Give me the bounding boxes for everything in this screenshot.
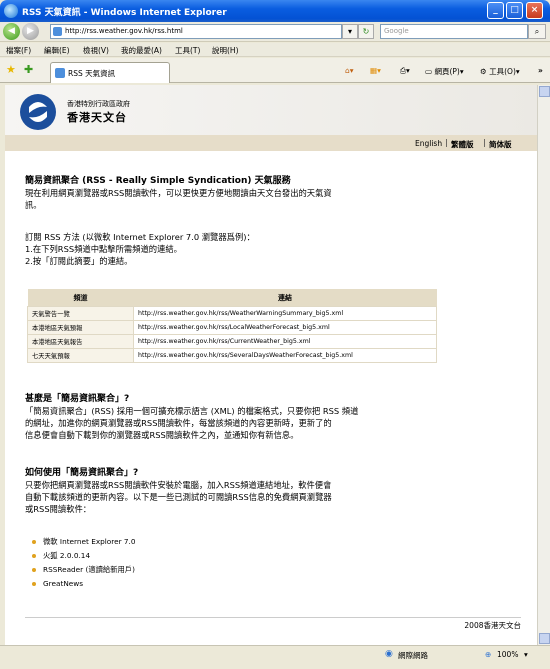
tab-page-icon (55, 68, 65, 78)
channel-name: 七天天氣預報 (27, 348, 134, 363)
page-footer: 2008香港天文台 (25, 617, 521, 630)
add-favorite-icon[interactable]: ✚ (24, 63, 33, 76)
software-item: 微軟 Internet Explorer 7.0 (43, 537, 136, 546)
minimize-button[interactable]: _ (487, 2, 504, 19)
command-page-label: 網頁(P) (434, 67, 460, 76)
feed-link[interactable]: http://rss.weather.gov.hk/rss/CurrentWea… (133, 334, 437, 349)
ie-logo-icon (4, 4, 18, 18)
what-is-line: 「簡易資訊聚合」(RSS) 採用一個可擴充標示語言 (XML) 的檔案格式，只要… (25, 406, 359, 416)
favorites-star-icon[interactable]: ★ (6, 63, 16, 76)
channel-name: 本港地區天氣預報 (27, 320, 134, 335)
window-title-bar[interactable]: RSS 天氣資訊 - Windows Internet Explorer _ □… (0, 0, 550, 22)
zoom-level[interactable]: 100% (497, 650, 518, 659)
tab-rss-weather[interactable]: RSS 天氣資訊 (50, 62, 170, 83)
zoom-dropdown-icon[interactable]: ▾ (524, 650, 528, 659)
intro-line: 現在利用網頁瀏覽器或RSS閱讀軟件，可以更快更方便地閱讀由天文台發出的天氣資 (25, 188, 332, 198)
command-tools[interactable]: ⚙ 工具(O)▾ (480, 66, 520, 77)
search-box[interactable]: Google (380, 24, 528, 39)
org-name-small: 香港特別行政區政府 (67, 100, 130, 108)
search-placeholder: Google (384, 27, 409, 35)
copyright-text: 2008香港天文台 (464, 621, 521, 630)
how-to-line: 自動下載該頻道的更新內容。以下是一些已測試的可閱讀RSS信息的免費網頁瀏覽器 (25, 492, 332, 502)
what-is-line: 信息便會自動下載到你的瀏覽器或RSS閱讀軟件之內，並通知你有新信息。 (25, 430, 299, 440)
internet-zone-icon: ◉ (385, 649, 393, 659)
intro-line: 訊。 (25, 200, 42, 210)
lang-english-link[interactable]: English (415, 139, 442, 148)
subscribe-line: 訂閱 RSS 方法 (以微軟 Internet Explorer 7.0 瀏覽器… (25, 232, 255, 242)
lang-simplified-link[interactable]: 简体版 (489, 139, 512, 150)
feeds-icon[interactable]: ▦▾ (370, 66, 381, 75)
menu-view[interactable]: 檢視(V) (83, 45, 109, 56)
home-icon[interactable]: ⌂▾ (345, 66, 354, 75)
subscribe-line: 1.在下列RSS頻道中點擊所需頻道的連結。 (25, 244, 182, 254)
security-zone: 網際網路 (398, 651, 428, 660)
close-button[interactable]: × (526, 2, 543, 19)
what-is-heading: 甚麼是「簡易資訊聚合」? (25, 394, 130, 404)
zoom-icon: ⊕ (485, 650, 492, 659)
bullet-icon (32, 540, 36, 544)
table-header-row: 頻道 連結 (27, 289, 437, 307)
status-bar: ◉ 網際網路 ⊕ 100% ▾ (0, 645, 550, 669)
more-commands-icon[interactable]: » (538, 66, 543, 75)
print-icon[interactable]: ⎙▾ (400, 66, 410, 76)
menu-bar: 檔案(F) 編輯(E) 檢視(V) 我的最愛(A) 工具(T) 說明(H) (0, 43, 550, 57)
page-content: 香港特別行政區政府 香港天文台 English | 繁體版 | 简体版 簡易資訊… (5, 85, 537, 645)
feed-link[interactable]: http://rss.weather.gov.hk/rss/SeveralDay… (133, 348, 437, 363)
bullet-icon (32, 554, 36, 558)
table-row: 天氣警告一覽 http://rss.weather.gov.hk/rss/Wea… (27, 306, 437, 321)
channel-name: 本港地區天氣報告 (27, 334, 134, 349)
feed-table: 頻道 連結 天氣警告一覽 http://rss.weather.gov.hk/r… (27, 289, 437, 363)
menu-favorites[interactable]: 我的最愛(A) (121, 45, 162, 56)
menu-file[interactable]: 檔案(F) (6, 45, 31, 56)
how-to-line: 或RSS閱讀軟件： (25, 504, 92, 514)
menu-edit[interactable]: 編輯(E) (44, 45, 70, 56)
feed-link[interactable]: http://rss.weather.gov.hk/rss/LocalWeath… (133, 320, 437, 335)
bullet-icon (32, 582, 36, 586)
scroll-up-button[interactable] (539, 86, 550, 97)
software-item: GreatNews (43, 579, 84, 588)
forward-button[interactable]: ▶ (22, 23, 39, 40)
how-to-line: 只要你把網頁瀏覽器或RSS閱讀軟件安裝於電腦，加入RSS頻道連結地址，軟件便會 (25, 480, 332, 490)
tab-label: RSS 天氣資訊 (68, 69, 116, 78)
menu-tools[interactable]: 工具(T) (175, 45, 200, 56)
address-dropdown-button[interactable]: ▾ (342, 24, 358, 39)
maximize-button[interactable]: □ (506, 2, 523, 19)
lang-separator: | (483, 138, 486, 147)
page-icon (53, 27, 62, 36)
table-row: 本港地區天氣預報 http://rss.weather.gov.hk/rss/L… (27, 320, 437, 335)
software-item: RSSReader (適讀給新用戶) (43, 565, 135, 574)
table-row: 本港地區天氣報告 http://rss.weather.gov.hk/rss/C… (27, 334, 437, 349)
bullet-icon (32, 568, 36, 572)
channel-name: 天氣警告一覽 (27, 306, 134, 321)
language-bar: English | 繁體版 | 简体版 (5, 135, 537, 151)
intro-heading: 簡易資訊聚合 (RSS - Really Simple Syndication)… (25, 176, 291, 186)
vertical-scrollbar[interactable] (537, 85, 550, 645)
column-header-channel: 頻道 (27, 289, 134, 307)
scroll-down-button[interactable] (539, 633, 550, 644)
lang-traditional-link[interactable]: 繁體版 (451, 139, 474, 150)
observatory-logo (20, 94, 56, 130)
menu-help[interactable]: 說明(H) (212, 45, 239, 56)
lang-separator: | (445, 138, 448, 147)
how-to-heading: 如何使用「簡易資訊聚合」? (25, 468, 139, 478)
back-button[interactable]: ◀ (3, 23, 20, 40)
window-title: RSS 天氣資訊 - Windows Internet Explorer (22, 8, 227, 18)
search-button[interactable]: ⌕ (528, 24, 546, 39)
org-name: 香港天文台 (67, 111, 127, 124)
subscribe-line: 2.按「訂閱此摘要」的連結。 (25, 256, 133, 266)
command-tools-label: 工具(O) (489, 67, 516, 76)
column-header-link: 連結 (133, 289, 437, 307)
software-item: 火狐 2.0.0.14 (43, 551, 91, 560)
feed-link[interactable]: http://rss.weather.gov.hk/rss/WeatherWar… (133, 306, 437, 321)
command-page[interactable]: ▭ 網頁(P)▾ (425, 66, 464, 77)
table-row: 七天天氣預報 http://rss.weather.gov.hk/rss/Sev… (27, 348, 437, 363)
site-header: 香港特別行政區政府 香港天文台 (5, 85, 537, 135)
what-is-line: 的網址，加進你的網頁瀏覽器或RSS閱讀軟件，每當該頻道的內容更新時，更新了的 (25, 418, 332, 428)
address-bar[interactable]: http://rss.weather.gov.hk/rss.html (50, 24, 342, 39)
address-text: http://rss.weather.gov.hk/rss.html (65, 27, 183, 35)
